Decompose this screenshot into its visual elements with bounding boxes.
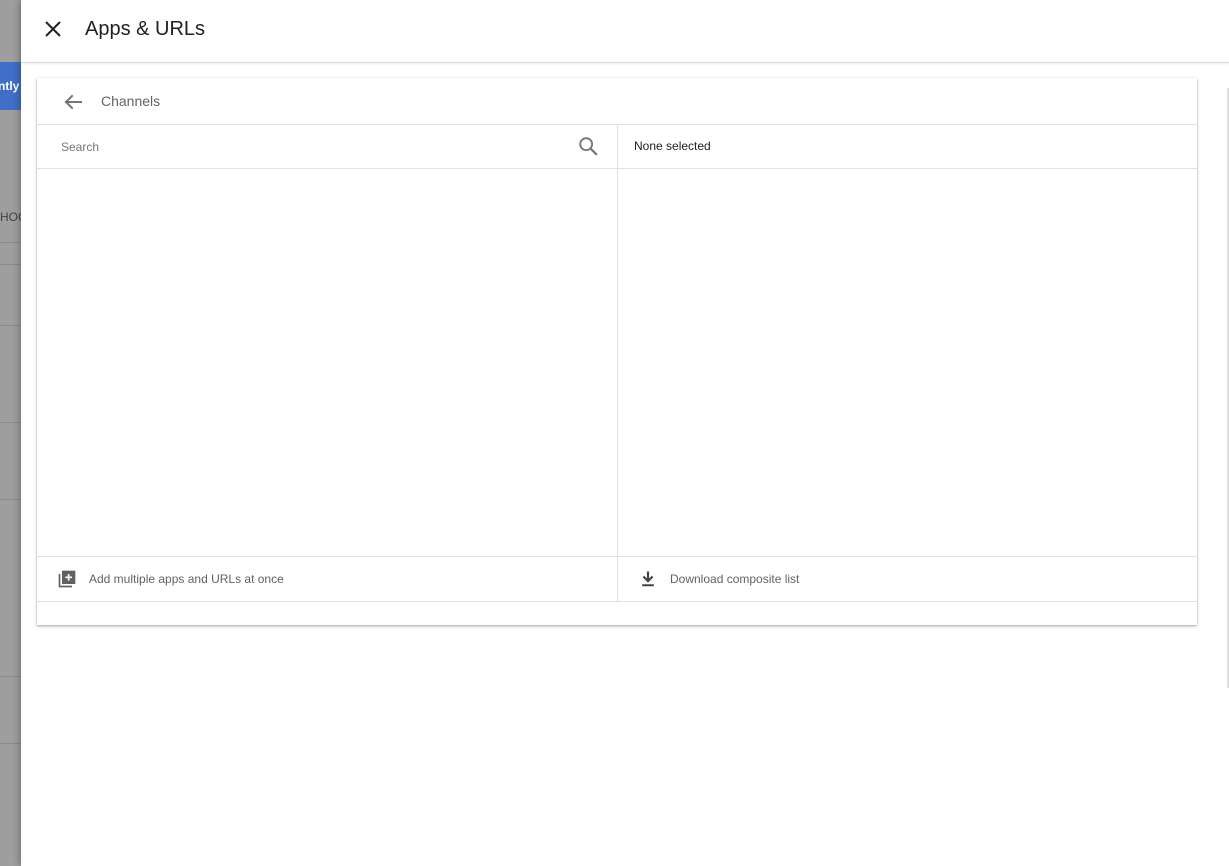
background-divider (0, 422, 21, 423)
download-label: Download composite list (670, 572, 800, 586)
panel-title: Apps & URLs (85, 18, 206, 40)
download-icon (642, 571, 654, 587)
search-button[interactable] (577, 135, 599, 157)
back-button[interactable] (61, 90, 85, 114)
background-button: ntly (0, 62, 21, 110)
library-add-icon (58, 570, 76, 588)
footer-divider (37, 601, 1197, 602)
channels-card: Channels None selected (37, 78, 1197, 625)
search-input[interactable] (61, 137, 561, 157)
card-title: Channels (101, 93, 161, 109)
add-multiple-button[interactable]: Add multiple apps and URLs at once (37, 556, 617, 601)
background-text: HOC (0, 210, 21, 224)
panel-header: Apps & URLs (21, 0, 1229, 63)
background-divider (0, 242, 21, 243)
background-divider (0, 264, 21, 265)
background-divider (0, 499, 21, 500)
card-header: Channels (37, 78, 1197, 125)
selected-list[interactable] (618, 169, 1197, 555)
background-divider (0, 676, 21, 677)
available-list[interactable] (37, 169, 617, 555)
arrow-back-icon (64, 94, 82, 110)
selected-list-column: None selected (618, 125, 1197, 601)
background-divider (0, 743, 21, 744)
selected-count-text: None selected (634, 139, 711, 153)
search-row (37, 125, 617, 169)
side-panel: Apps & URLs Channels Search None selecte… (21, 0, 1229, 866)
selected-header: None selected (618, 125, 1197, 169)
download-composite-button[interactable]: Download composite list (618, 556, 1197, 601)
search-icon (579, 137, 598, 156)
available-list-column (37, 125, 618, 601)
add-multiple-label: Add multiple apps and URLs at once (89, 572, 284, 586)
background-divider (0, 325, 21, 326)
close-icon (45, 21, 61, 37)
close-button[interactable] (41, 17, 65, 41)
